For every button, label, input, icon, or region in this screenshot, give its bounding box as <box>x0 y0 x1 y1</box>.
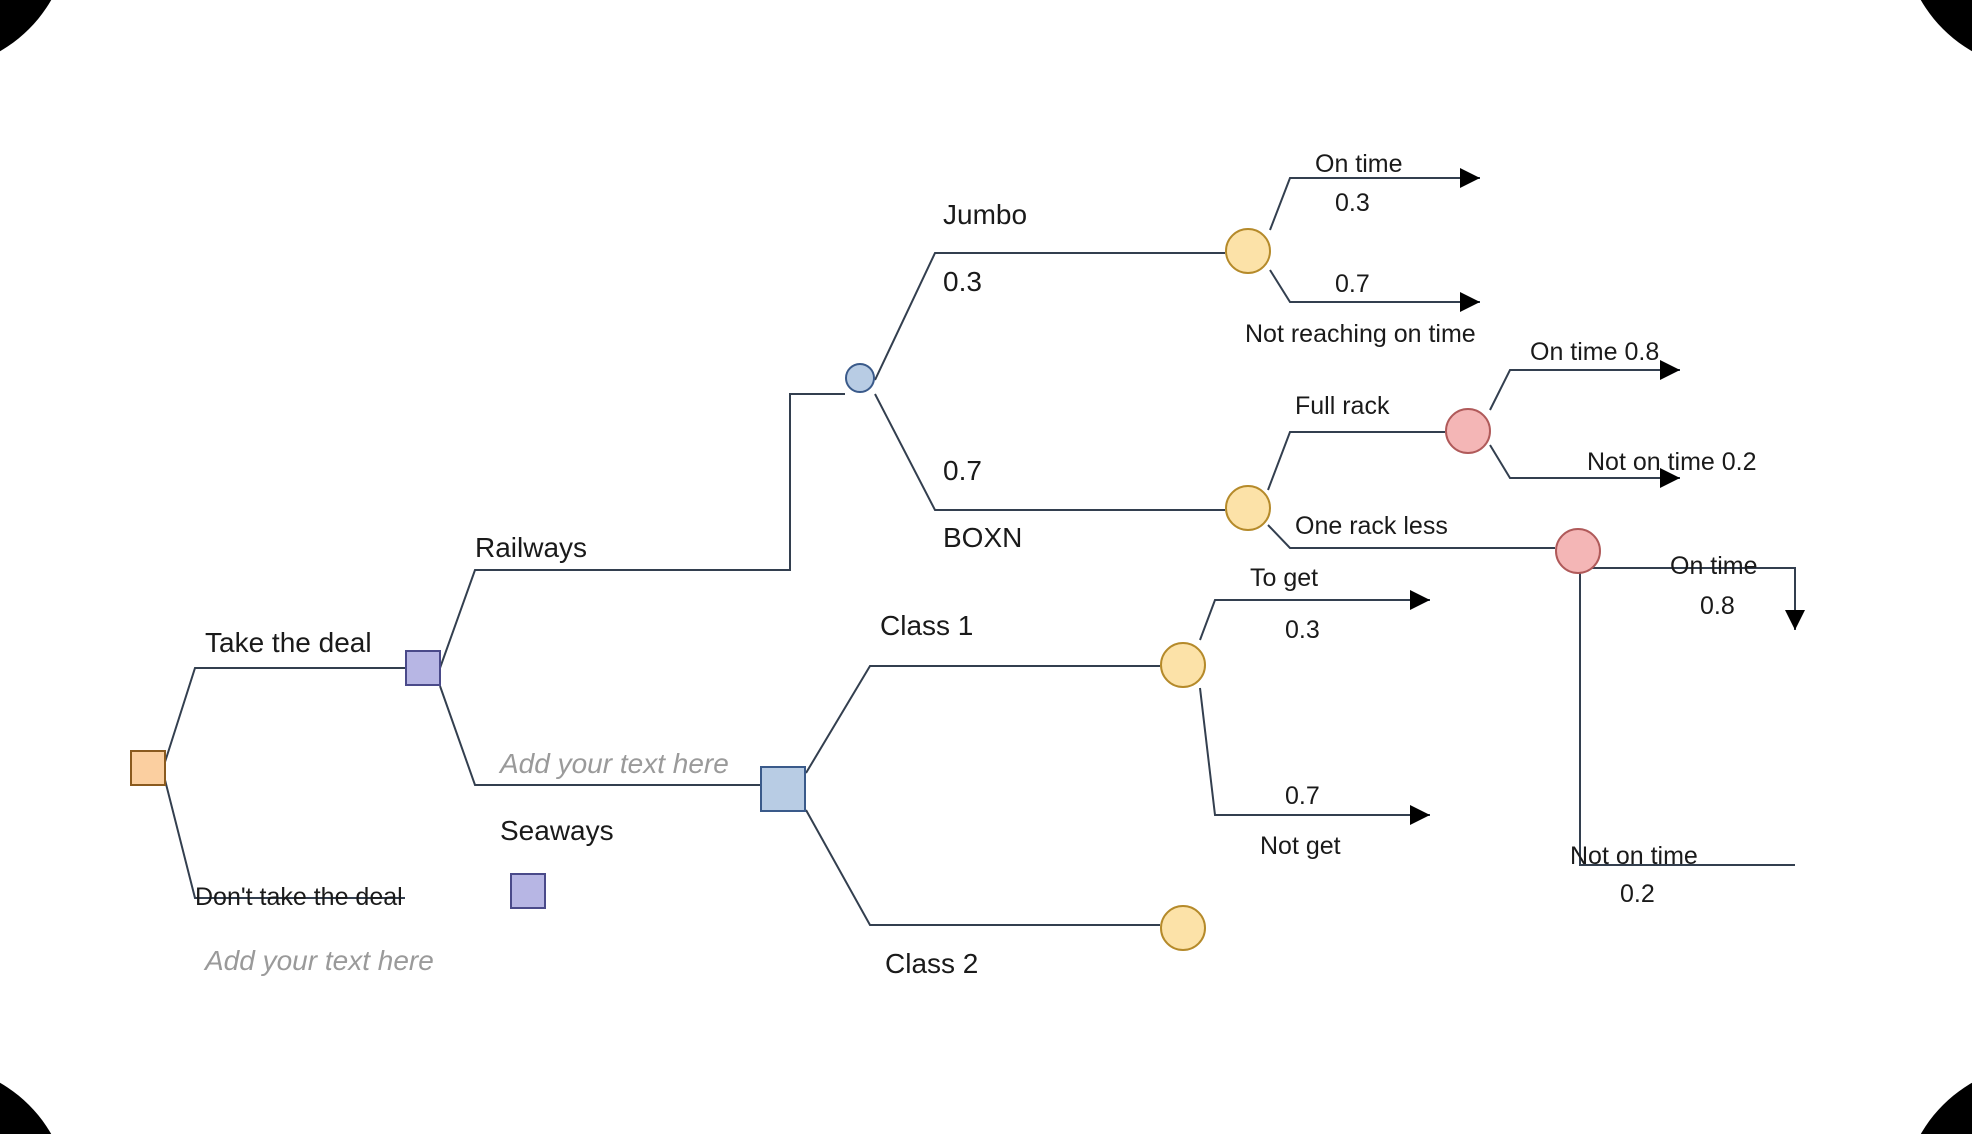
label-not-get: Not get <box>1260 832 1341 861</box>
prob-onerack-on-time: 0.8 <box>1700 592 1735 621</box>
prob-not-get: 0.7 <box>1285 782 1320 811</box>
class1-chance-node[interactable] <box>1160 642 1206 688</box>
label-onerack-on-time: On time <box>1670 552 1758 581</box>
label-boxn: BOXN <box>943 522 1022 554</box>
deal-decision-node[interactable] <box>405 650 441 686</box>
label-full-rack: Full rack <box>1295 392 1389 421</box>
label-jumbo-not: Not reaching on time <box>1245 320 1476 349</box>
root-decision-node[interactable] <box>130 750 166 786</box>
label-one-rack-less: One rack less <box>1295 512 1448 541</box>
prob-jumbo: 0.3 <box>943 266 982 298</box>
full-rack-chance-node[interactable] <box>1445 408 1491 454</box>
prob-jumbo-not: 0.7 <box>1335 270 1370 299</box>
label-class1: Class 1 <box>880 610 973 642</box>
one-rack-less-chance-node[interactable] <box>1555 528 1601 574</box>
boxn-chance-node[interactable] <box>1225 485 1271 531</box>
placeholder-mid[interactable]: Add your text here <box>500 748 729 780</box>
label-class2: Class 2 <box>885 948 978 980</box>
placeholder-root[interactable]: Add your text here <box>205 945 434 977</box>
label-onerack-not: Not on time <box>1570 842 1698 871</box>
label-railways: Railways <box>475 532 587 564</box>
label-take-deal: Take the deal <box>205 627 372 659</box>
prob-boxn: 0.7 <box>943 455 982 487</box>
label-fullrack-on-time: On time 0.8 <box>1530 338 1659 367</box>
label-fullrack-not: Not on time 0.2 <box>1587 448 1757 477</box>
label-to-get: To get <box>1250 564 1318 593</box>
railways-chance-node[interactable] <box>845 363 875 393</box>
class2-chance-node[interactable] <box>1160 905 1206 951</box>
legend-square[interactable] <box>510 873 546 909</box>
jumbo-chance-node[interactable] <box>1225 228 1271 274</box>
label-dont-take: Don't take the deal <box>195 883 403 912</box>
seaways-decision-node[interactable] <box>760 766 806 812</box>
label-jumbo: Jumbo <box>943 199 1027 231</box>
prob-to-get: 0.3 <box>1285 616 1320 645</box>
label-seaways: Seaways <box>500 815 614 847</box>
prob-jumbo-on-time: 0.3 <box>1335 189 1370 218</box>
prob-onerack-not: 0.2 <box>1620 880 1655 909</box>
label-jumbo-on-time: On time <box>1315 150 1403 179</box>
